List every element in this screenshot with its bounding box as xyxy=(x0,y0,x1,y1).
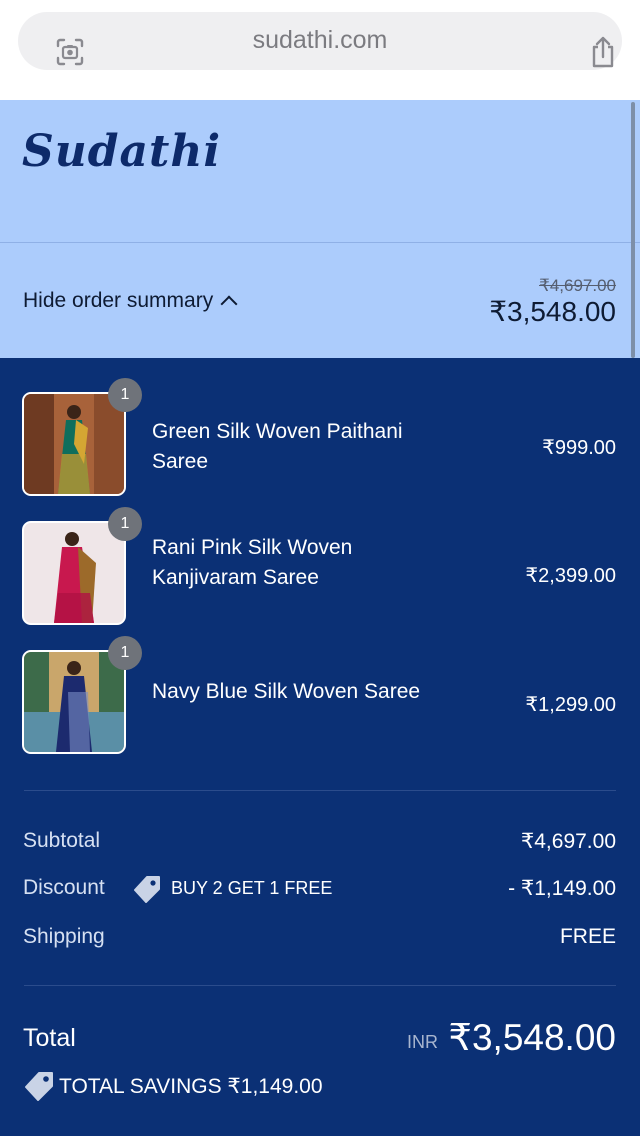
summary-price: ₹3,548.00 xyxy=(489,296,616,327)
totals-divider xyxy=(24,985,616,986)
quantity-badge: 1 xyxy=(108,507,142,541)
scrollbar[interactable] xyxy=(631,102,635,358)
total-label: Total xyxy=(23,1024,76,1052)
tag-icon xyxy=(132,874,162,904)
items-divider xyxy=(24,790,616,791)
toggle-label: Hide order summary xyxy=(23,289,214,312)
subtotal-value: ₹4,697.00 xyxy=(520,830,616,853)
discount-label: Discount xyxy=(23,876,105,899)
list-item: 1 Rani Pink Silk Woven Kanjivaram Saree … xyxy=(0,507,640,631)
sudathi-logo[interactable]: Sudathi xyxy=(22,126,221,177)
discount-code-text: BUY 2 GET 1 FREE xyxy=(171,878,333,898)
item-name: Navy Blue Silk Woven Saree xyxy=(152,680,421,703)
tag-icon xyxy=(23,1070,55,1102)
product-thumbnail xyxy=(22,392,126,496)
item-price: ₹1,299.00 xyxy=(525,694,616,716)
item-price: ₹2,399.00 xyxy=(525,565,616,587)
total-savings-text: TOTAL SAVINGS ₹1,149.00 xyxy=(59,1075,323,1098)
url-text[interactable]: sudathi.com xyxy=(18,26,622,55)
list-item: 1 Green Silk Woven Paithani Saree ₹999.0… xyxy=(0,378,640,502)
shipping-label: Shipping xyxy=(23,925,105,948)
quantity-badge: 1 xyxy=(108,636,142,670)
currency-code: INR xyxy=(407,1032,438,1052)
total-value: ₹3,548.00 xyxy=(448,1017,616,1058)
list-item: 1 Navy Blue Silk Woven Saree ₹1,299.00 xyxy=(0,636,640,760)
item-name: Green Silk Woven Paithani Saree xyxy=(152,420,403,473)
discount-value: - ₹1,149.00 xyxy=(508,877,616,900)
product-thumbnail xyxy=(22,650,126,754)
address-bar[interactable]: sudathi.com xyxy=(18,12,622,70)
item-name: Rani Pink Silk Woven Kanjivaram Saree xyxy=(152,536,353,589)
shipping-value: FREE xyxy=(559,925,616,948)
subtotal-label: Subtotal xyxy=(23,829,101,852)
product-thumbnail xyxy=(22,521,126,625)
original-price: ₹4,697.00 xyxy=(539,276,616,295)
share-icon[interactable] xyxy=(588,34,618,70)
chevron-up-icon xyxy=(220,295,238,313)
browser-top-bar: sudathi.com xyxy=(0,0,640,100)
quantity-badge: 1 xyxy=(108,378,142,412)
hide-order-summary-toggle[interactable]: Hide order summary xyxy=(23,289,238,313)
item-price: ₹999.00 xyxy=(542,437,616,459)
